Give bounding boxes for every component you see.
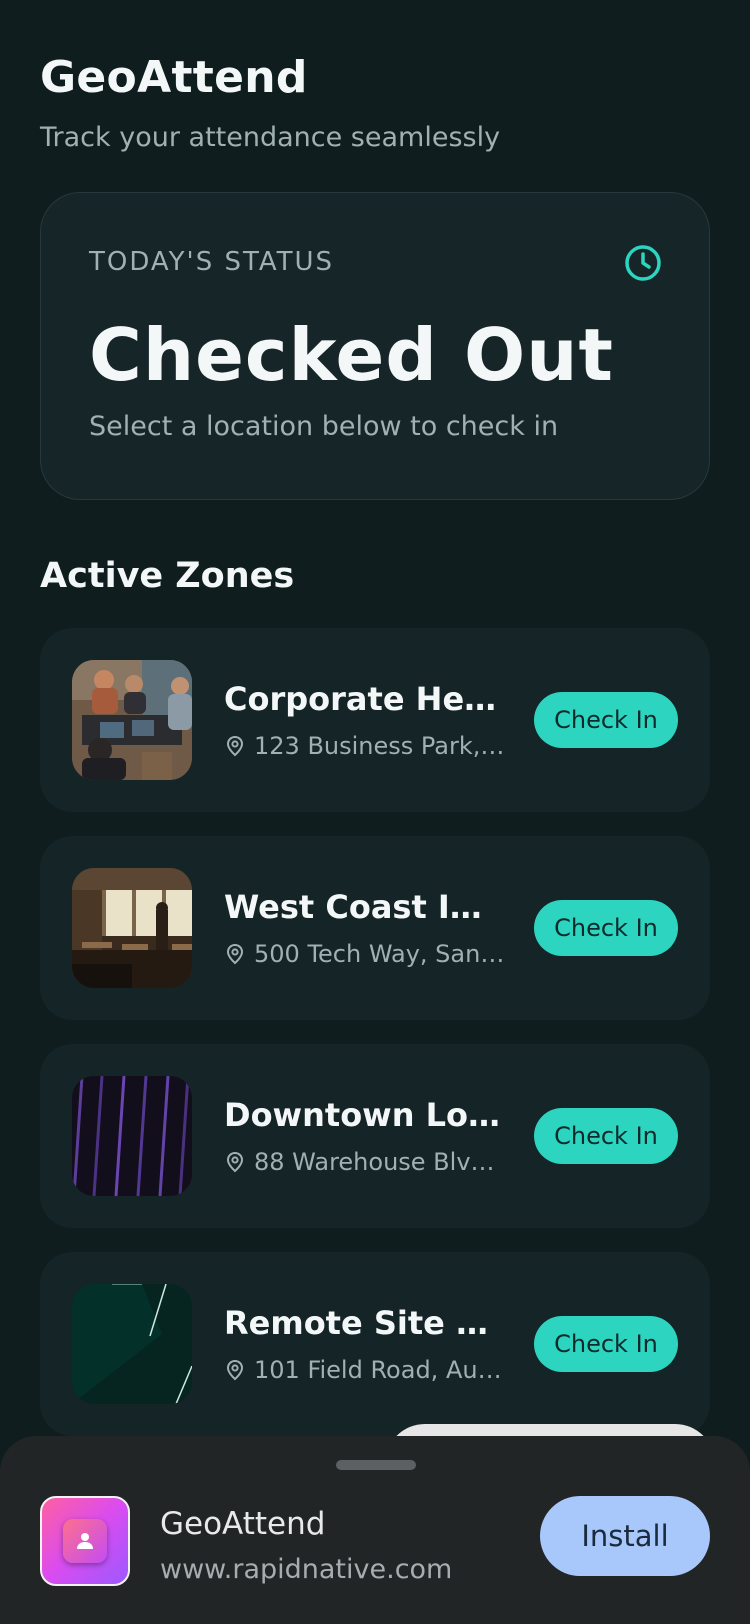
location-pin-icon	[226, 735, 244, 757]
check-in-button[interactable]: Check In	[534, 1316, 678, 1372]
location-pin-icon	[226, 1151, 244, 1173]
status-card: TODAY'S STATUS Checked Out Select a loca…	[40, 192, 710, 500]
status-label: TODAY'S STATUS	[89, 247, 335, 277]
install-button[interactable]: Install	[540, 1496, 710, 1576]
zone-address-row: 123 Business Park, ...	[224, 732, 506, 760]
zone-address: 101 Field Road, Aust...	[254, 1356, 506, 1384]
location-pin-icon	[226, 943, 244, 965]
location-pin-icon	[226, 1359, 244, 1381]
status-hint: Select a location below to check in	[89, 411, 559, 442]
zone-image-abstract-purple	[72, 1076, 192, 1196]
zone-card: Remote Site Al... 101 Field Road, Aust..…	[40, 1252, 710, 1436]
zone-name: Downtown Logi...	[224, 1096, 504, 1134]
active-zones-title: Active Zones	[40, 556, 295, 596]
app-icon	[40, 1496, 130, 1586]
zone-card: Downtown Logi... 88 Warehouse Blvd, ... …	[40, 1044, 710, 1228]
zone-address-row: 500 Tech Way, San F...	[224, 940, 506, 968]
check-in-button[interactable]: Check In	[534, 1108, 678, 1164]
install-banner: GeoAttend www.rapidnative.com Install	[0, 1436, 750, 1624]
zone-image-abstract-green	[72, 1284, 192, 1404]
zone-address-row: 101 Field Road, Aust...	[224, 1356, 506, 1384]
zone-address-row: 88 Warehouse Blvd, ...	[224, 1148, 506, 1176]
sheet-drag-handle[interactable]	[336, 1460, 416, 1470]
zone-address: 88 Warehouse Blvd, ...	[254, 1148, 506, 1176]
app-title: GeoAttend	[40, 52, 308, 103]
status-value: Checked Out	[89, 313, 614, 397]
check-in-button[interactable]: Check In	[534, 900, 678, 956]
zone-address: 123 Business Park, ...	[254, 732, 506, 760]
zone-list: Corporate Hea... 123 Business Park, ... …	[40, 628, 710, 1460]
clock-icon	[625, 245, 661, 281]
zone-image-coworking	[72, 868, 192, 988]
zone-name: West Coast Inn...	[224, 888, 504, 926]
zone-name: Remote Site Al...	[224, 1304, 504, 1342]
install-app-name: GeoAttend	[160, 1506, 326, 1542]
zone-card: West Coast Inn... 500 Tech Way, San F...…	[40, 836, 710, 1020]
app-subtitle: Track your attendance seamlessly	[40, 122, 501, 153]
zone-name: Corporate Hea...	[224, 680, 504, 718]
zone-image-office	[72, 660, 192, 780]
check-in-button[interactable]: Check In	[534, 692, 678, 748]
zone-address: 500 Tech Way, San F...	[254, 940, 506, 968]
zone-card: Corporate Hea... 123 Business Park, ... …	[40, 628, 710, 812]
install-app-url: www.rapidnative.com	[160, 1554, 453, 1585]
user-badge-icon	[63, 1519, 107, 1563]
